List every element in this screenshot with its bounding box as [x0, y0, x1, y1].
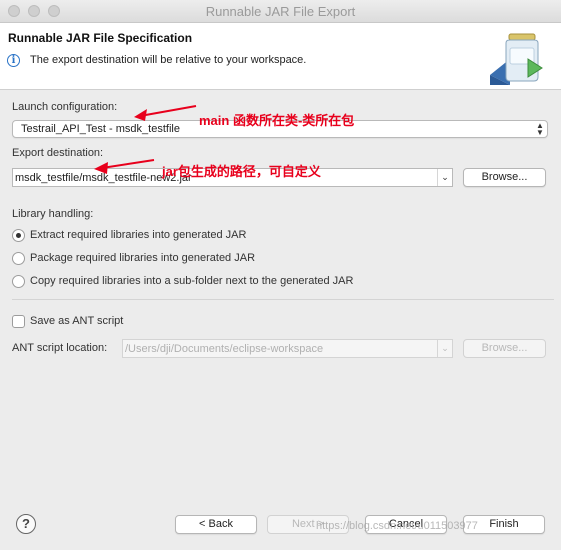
- library-handling-label: Library handling:: [12, 208, 94, 220]
- library-option-copy-label[interactable]: Copy required libraries into a sub-folde…: [30, 275, 353, 287]
- annotation-arrow-export: [94, 159, 155, 174]
- ant-location-label: ANT script location:: [12, 342, 108, 354]
- launch-config-label: Launch configuration:: [12, 101, 118, 113]
- wizard-header: Runnable JAR File Specification i The ex…: [0, 23, 561, 90]
- ant-browse-button[interactable]: Browse...: [463, 339, 546, 358]
- help-icon[interactable]: ?: [16, 514, 36, 534]
- chevron-down-icon[interactable]: ⌄: [437, 169, 452, 186]
- library-option-extract-radio[interactable]: [12, 229, 25, 242]
- info-icon: i: [7, 54, 20, 67]
- title-bar: Runnable JAR File Export: [0, 0, 561, 23]
- export-browse-button[interactable]: Browse...: [463, 168, 546, 187]
- save-ant-script-label[interactable]: Save as ANT script: [30, 315, 123, 327]
- library-option-package-label[interactable]: Package required libraries into generate…: [30, 252, 255, 264]
- annotation-arrow-launch: [134, 105, 197, 121]
- ant-location-combo[interactable]: /Users/dji/Documents/eclipse-workspace ⌄: [122, 339, 453, 358]
- back-button[interactable]: < Back: [175, 515, 257, 534]
- library-option-package-radio[interactable]: [12, 252, 25, 265]
- jar-export-wizard-icon: [490, 33, 543, 85]
- page-title: Runnable JAR File Specification: [8, 31, 193, 45]
- section-divider: [12, 299, 554, 300]
- header-message: The export destination will be relative …: [30, 54, 307, 66]
- watermark: https://blog.csdn.net/u011503977: [316, 520, 478, 532]
- annotation-launch-note: main 函数所在类-类所在包: [199, 113, 355, 128]
- annotation-export-note: jar包生成的路径，可自定义: [162, 164, 321, 179]
- library-option-copy-radio[interactable]: [12, 275, 25, 288]
- chevron-down-icon[interactable]: ⌄: [437, 340, 452, 357]
- window-title: Runnable JAR File Export: [205, 4, 356, 19]
- library-option-extract-label[interactable]: Extract required libraries into generate…: [30, 229, 246, 241]
- ant-location-value: /Users/dji/Documents/eclipse-workspace: [125, 343, 324, 355]
- save-ant-script-checkbox[interactable]: [12, 315, 25, 328]
- up-down-arrows-icon: ▲ ▼: [536, 121, 544, 137]
